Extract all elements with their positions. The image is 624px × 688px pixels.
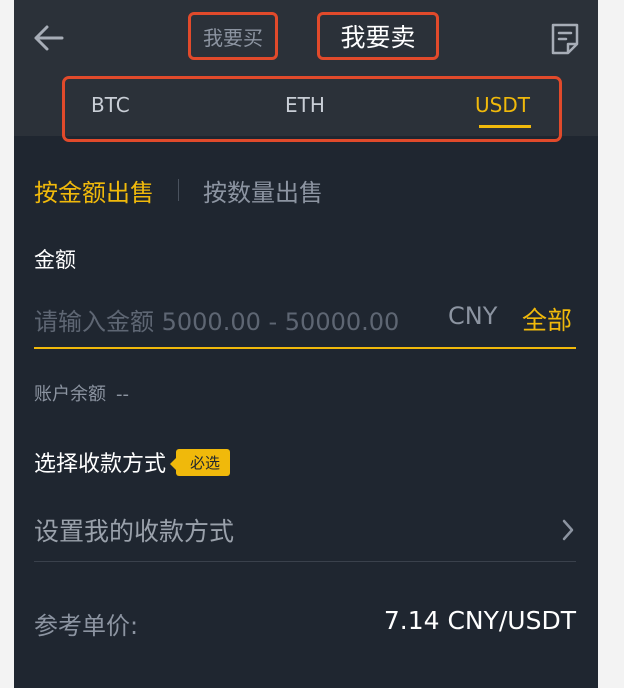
amount-label: 金额 — [34, 248, 76, 272]
arrow-left-icon[interactable] — [30, 20, 66, 56]
active-tab-indicator — [479, 125, 531, 128]
sell-screen: 我要买 我要卖 BTC ETH USDT 按金额出售 按数量出售 金额 请输入金… — [14, 0, 598, 688]
chevron-right-icon — [560, 518, 576, 542]
coin-tabs: BTC ETH USDT — [62, 76, 562, 142]
payment-method-title: 选择收款方式 — [34, 452, 167, 477]
coin-tab-usdt[interactable]: USDT — [475, 93, 530, 117]
account-balance: 账户余额 -- — [34, 380, 129, 406]
amount-placeholder: 请输入金额 5000.00 - 50000.00 — [34, 308, 400, 336]
divider — [34, 561, 576, 562]
tab-sell-label: 我要卖 — [340, 23, 416, 52]
mode-by-quantity[interactable]: 按数量出售 — [203, 173, 323, 208]
reference-price-value: 7.14 CNY/USDT — [383, 606, 576, 635]
amount-currency: CNY — [448, 302, 498, 330]
setup-payment-label: 设置我的收款方式 — [34, 517, 235, 546]
coin-tab-btc[interactable]: BTC — [91, 93, 130, 117]
header: 我要买 我要卖 BTC ETH USDT — [14, 0, 598, 142]
setup-payment-method[interactable]: 设置我的收款方式 — [34, 500, 576, 562]
balance-value: -- — [116, 384, 129, 405]
mode-by-amount[interactable]: 按金额出售 — [34, 173, 154, 208]
all-amount-button[interactable]: 全部 — [522, 301, 572, 337]
balance-label: 账户余额 — [34, 384, 106, 405]
coin-tab-eth[interactable]: ETH — [285, 93, 325, 117]
amount-input[interactable]: 请输入金额 5000.00 - 50000.00 CNY 全部 — [34, 296, 576, 346]
mode-divider — [178, 179, 179, 201]
required-badge: 必选 — [170, 448, 231, 476]
sell-mode-switch: 按金额出售 按数量出售 — [34, 172, 323, 208]
reference-price-label: 参考单价: — [34, 612, 139, 640]
document-edit-icon[interactable] — [550, 22, 580, 56]
payment-method-header: 选择收款方式 必选 — [34, 446, 231, 478]
amount-underline — [34, 347, 576, 349]
tab-buy-label: 我要买 — [203, 25, 263, 50]
tab-buy[interactable]: 我要买 — [188, 12, 278, 60]
tab-sell[interactable]: 我要卖 — [317, 12, 439, 60]
